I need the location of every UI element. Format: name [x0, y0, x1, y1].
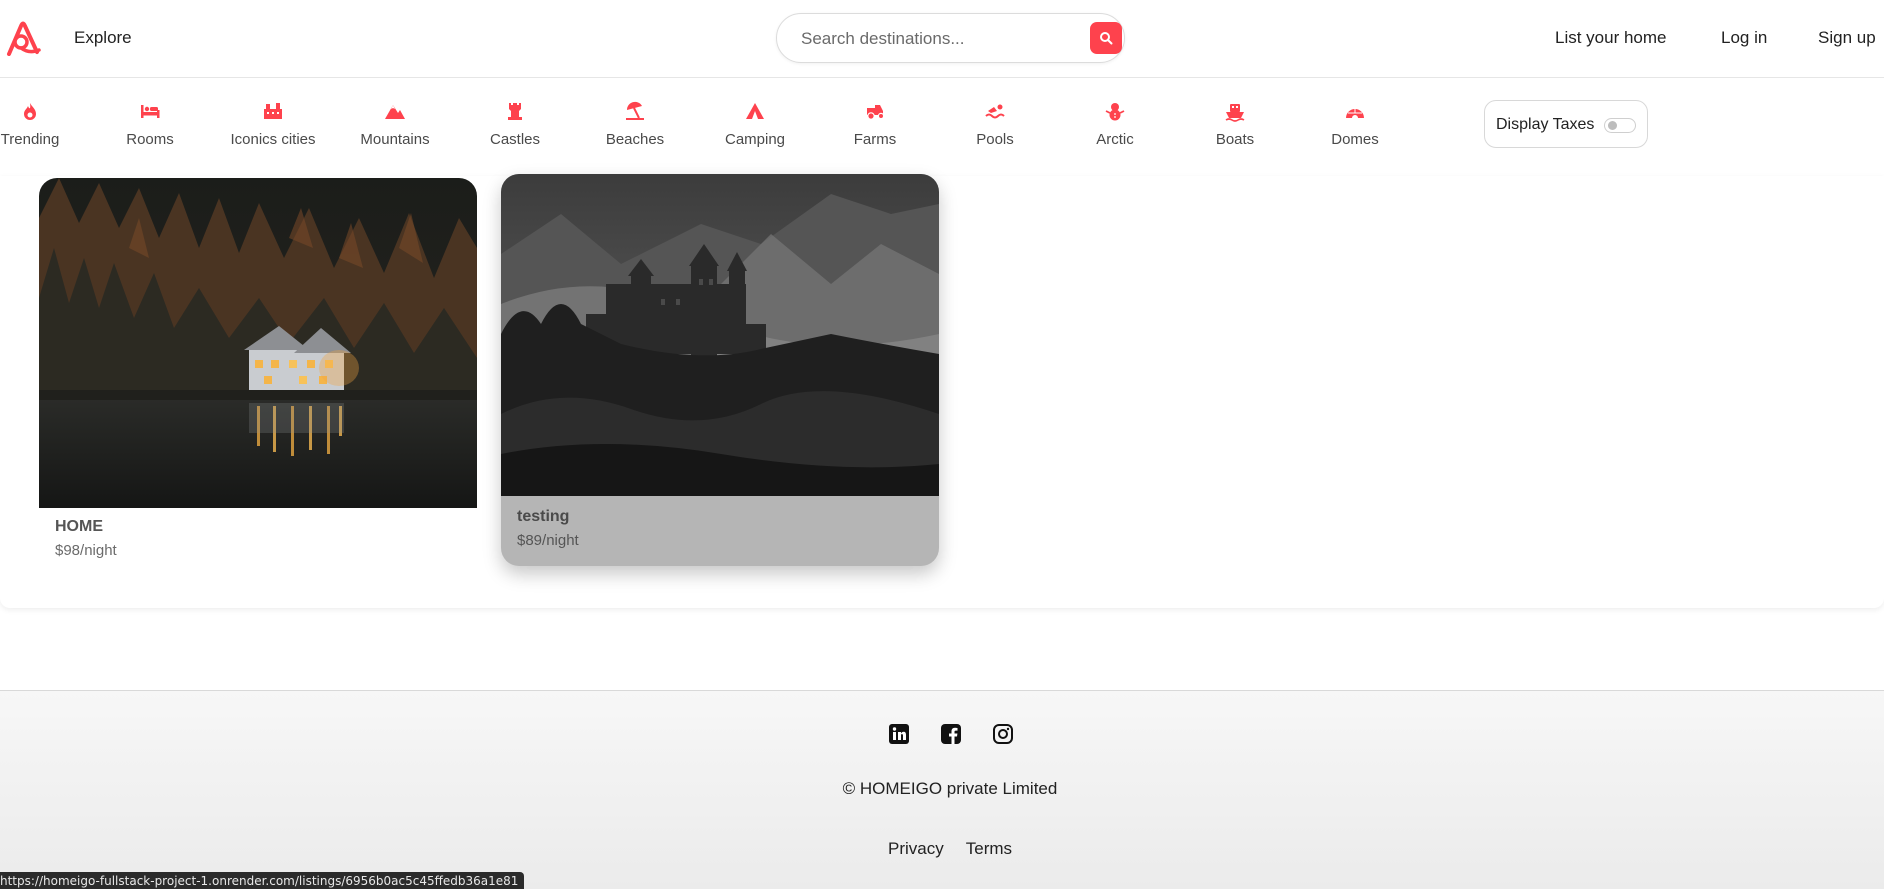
snowman-icon: [1105, 103, 1125, 121]
listing-card[interactable]: testing $89/night: [501, 174, 939, 566]
filter-label: Arctic: [1096, 131, 1134, 148]
search-bar: [776, 13, 1125, 63]
filter-trending[interactable]: Trending: [0, 100, 90, 148]
copyright-text: © HOMEIGO private Limited: [842, 779, 1058, 798]
mountain-icon: [385, 105, 405, 119]
filter-pools[interactable]: Pools: [935, 100, 1055, 148]
search-icon: [1100, 32, 1113, 45]
listing-title: testing: [517, 508, 570, 525]
instagram-link[interactable]: [992, 723, 1014, 745]
filter-label: Rooms: [126, 131, 174, 148]
filter-castles[interactable]: Castles: [455, 100, 575, 148]
filter-camping[interactable]: Camping: [695, 100, 815, 148]
filter-label: Camping: [724, 131, 786, 148]
filter-label: Mountains: [360, 131, 430, 148]
listing-image-lake-house: [39, 178, 477, 508]
castle-icon: [508, 103, 522, 120]
filter-rooms[interactable]: Rooms: [90, 100, 210, 148]
facebook-icon: [941, 724, 961, 744]
filter-label: Iconics cities: [230, 131, 316, 148]
social-links: [888, 723, 1014, 745]
filter-label: Pools: [976, 131, 1014, 148]
search-button[interactable]: [1090, 22, 1122, 54]
city-icon: [264, 103, 282, 119]
filter-label: Trending: [0, 131, 60, 148]
footer-links: Privacy Terms: [888, 839, 1034, 859]
ship-icon: [1225, 104, 1245, 122]
umbrella-beach-icon: [626, 101, 644, 120]
bed-icon: [141, 105, 160, 118]
filter-mountains[interactable]: Mountains: [335, 100, 455, 148]
filter-beaches[interactable]: Beaches: [575, 100, 695, 148]
display-taxes-toggle[interactable]: Display Taxes: [1484, 100, 1648, 148]
listing-card[interactable]: HOME $98/night: [39, 178, 477, 568]
terms-link[interactable]: Terms: [966, 839, 1012, 858]
listing-price: $98/night: [55, 542, 117, 559]
signup-link[interactable]: Sign up: [1818, 28, 1876, 48]
linkedin-link[interactable]: [888, 723, 910, 745]
tent-icon: [746, 103, 764, 119]
privacy-link[interactable]: Privacy: [888, 839, 944, 858]
filter-label: Farms: [853, 131, 897, 148]
listing-image-castle: [501, 174, 939, 496]
footer: © HOMEIGO private Limited Privacy Terms: [0, 690, 1884, 889]
filter-boats[interactable]: Boats: [1175, 100, 1295, 148]
listings-grid: HOME $98/night testing $89/night: [0, 174, 1884, 608]
nav-explore-link[interactable]: Explore: [74, 28, 132, 48]
tractor-icon: [867, 105, 885, 120]
display-taxes-label: Display Taxes: [1496, 116, 1595, 133]
listing-price: $89/night: [517, 532, 579, 549]
filter-iconic-cities[interactable]: Iconics cities: [213, 100, 333, 148]
filter-farms[interactable]: Farms: [815, 100, 935, 148]
status-bar-url: https://homeigo-fullstack-project-1.onre…: [0, 872, 525, 889]
navbar: Explore List your home Log in Sign up: [0, 0, 1884, 78]
swimmer-icon: [985, 104, 1005, 119]
search-input[interactable]: [801, 28, 1061, 50]
filter-label: Domes: [1331, 131, 1379, 148]
filter-label: Castles: [489, 131, 541, 148]
list-your-home-link[interactable]: List your home: [1555, 28, 1667, 48]
switch-knob: [1608, 121, 1617, 130]
filter-arctic[interactable]: Arctic: [1055, 100, 1175, 148]
filter-domes[interactable]: Domes: [1295, 100, 1415, 148]
filter-label: Beaches: [605, 131, 665, 148]
linkedin-icon: [889, 724, 909, 744]
login-link[interactable]: Log in: [1721, 28, 1767, 48]
facebook-link[interactable]: [940, 723, 962, 745]
listing-title: HOME: [55, 518, 103, 535]
taxes-switch[interactable]: [1604, 118, 1636, 133]
instagram-icon: [993, 724, 1013, 744]
fire-icon: [24, 103, 36, 120]
airbnb-logo-icon[interactable]: [5, 18, 41, 56]
igloo-icon: [1346, 109, 1364, 118]
filter-label: Boats: [1215, 131, 1255, 148]
